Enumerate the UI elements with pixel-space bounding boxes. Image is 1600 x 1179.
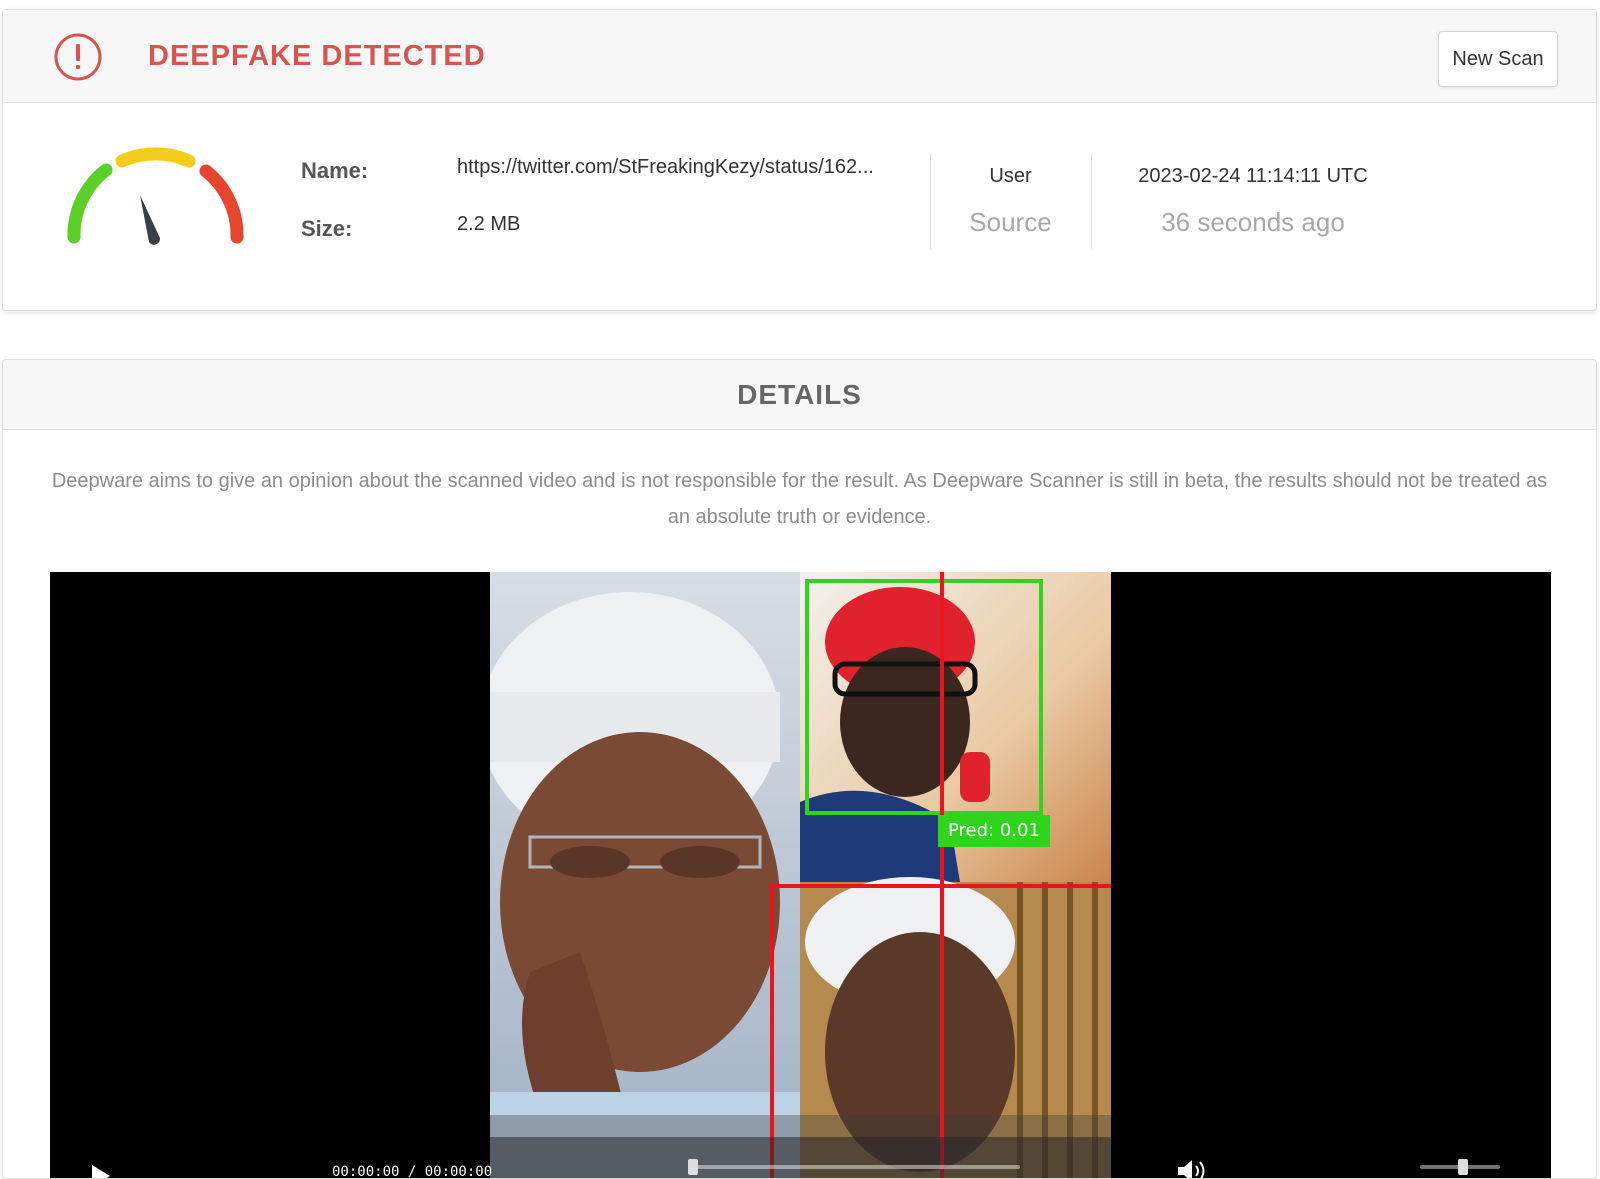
control-overlay <box>490 1137 1111 1178</box>
play-icon[interactable] <box>84 1161 114 1179</box>
details-card: DETAILS Deepware aims to give an opinion… <box>2 359 1597 1179</box>
disclaimer-text: Deepware aims to give an opinion about t… <box>51 470 1548 528</box>
source-label: Source <box>969 207 1052 237</box>
volume-thumb[interactable] <box>1458 1159 1468 1175</box>
seek-bar[interactable] <box>688 1159 1020 1175</box>
scan-result-card: DEEPFAKE DETECTED New Scan Name: https:/… <box>2 9 1597 311</box>
seek-thumb[interactable] <box>688 1159 698 1175</box>
video-frame: Pred: 0.01 <box>490 572 1111 1178</box>
size-value: 2.2 MB <box>457 213 521 235</box>
risk-gauge-icon <box>67 147 244 245</box>
new-scan-button[interactable]: New Scan <box>1438 31 1558 87</box>
name-label: Name: <box>301 158 369 183</box>
volume-slider[interactable] <box>1420 1159 1500 1175</box>
scan-timestamp: 2023-02-24 11:14:11 UTC <box>1138 165 1368 187</box>
details-title: DETAILS <box>3 360 1596 430</box>
volume-icon[interactable] <box>1175 1156 1209 1179</box>
frame-split-line <box>940 572 944 1178</box>
video-controls: 00:00:00 / 00:00:00 <box>50 1137 1551 1179</box>
exclamation-circle-icon <box>54 33 102 81</box>
video-player[interactable]: Pred: 0.01 00:00:00 / 00:00:00 <box>50 572 1551 1179</box>
verdict-title: DEEPFAKE DETECTED <box>148 40 486 72</box>
source-type: User <box>989 165 1032 187</box>
real-face-box <box>805 579 1043 815</box>
divider <box>930 154 931 249</box>
name-value: https://twitter.com/StFreakingKezy/statu… <box>457 156 874 178</box>
prediction-label: Pred: 0.01 <box>938 815 1050 847</box>
scan-time-ago: 36 seconds ago <box>1161 207 1345 237</box>
result-header: DEEPFAKE DETECTED New Scan <box>3 10 1596 103</box>
time-display: 00:00:00 / 00:00:00 <box>332 1164 493 1179</box>
divider <box>1091 154 1092 249</box>
size-label: Size: <box>301 216 353 241</box>
